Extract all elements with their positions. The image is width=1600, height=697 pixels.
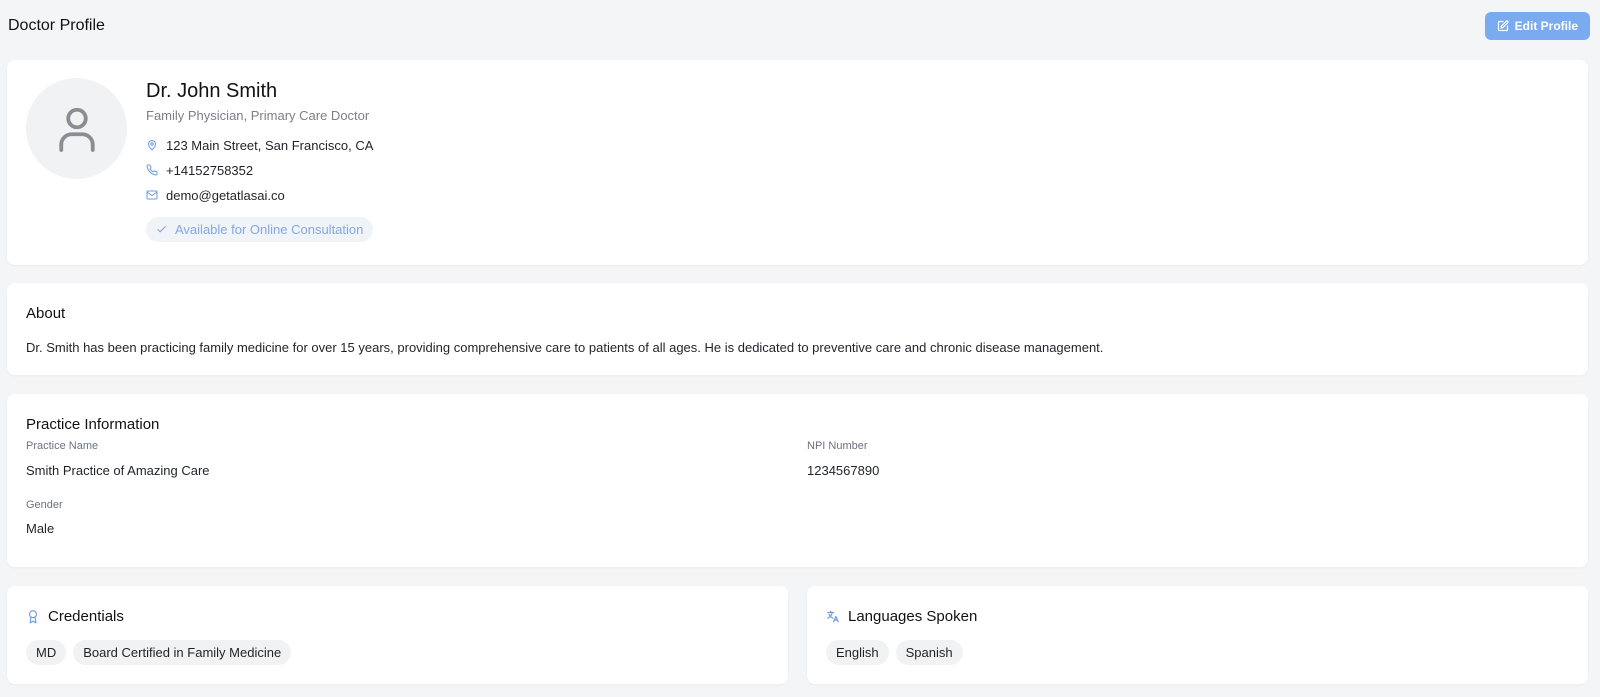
contact-phone: +14152758352: [146, 160, 373, 180]
contact-address: 123 Main Street, San Francisco, CA: [146, 135, 373, 155]
credentials-title: Credentials: [48, 608, 124, 625]
languages-header: Languages Spoken: [826, 608, 977, 625]
award-icon: [28, 610, 38, 624]
page-title: Doctor Profile: [8, 17, 105, 34]
phone-icon: [146, 164, 158, 176]
credentials-list: MD Board Certified in Family Medicine: [26, 640, 292, 665]
languages-card: Languages Spoken English Spanish: [807, 586, 1588, 684]
contact-list: 123 Main Street, San Francisco, CA +1415…: [146, 135, 373, 205]
practice-title: Practice Information: [26, 416, 160, 433]
credential-chip: Board Certified in Family Medicine: [73, 640, 292, 665]
about-text: Dr. Smith has been practicing family med…: [26, 340, 1104, 355]
check-icon: [157, 226, 166, 233]
profile-info: Dr. John Smith Family Physician, Primary…: [146, 78, 374, 242]
page-header: Doctor Profile Edit Profile: [8, 10, 1590, 42]
gender-label: Gender: [26, 499, 63, 511]
user-icon: [58, 107, 95, 152]
credential-chip: MD: [26, 640, 67, 665]
contact-email: demo@getatlasai.co: [146, 185, 373, 205]
edit-profile-label: Edit Profile: [1514, 19, 1578, 33]
map-pin-icon: [148, 140, 156, 151]
availability-text: Available for Online Consultation: [175, 222, 364, 237]
languages-title: Languages Spoken: [848, 608, 978, 625]
doctor-profile-page: Doctor Profile Edit Profile Dr. John Smi…: [0, 0, 1600, 697]
phone-text: +14152758352: [166, 162, 254, 178]
credentials-header: Credentials: [26, 608, 124, 625]
mail-icon: [146, 190, 158, 200]
language-chip: Spanish: [895, 640, 963, 665]
avatar: [26, 78, 127, 179]
gender-value: Male: [26, 521, 55, 536]
practice-name-label: Practice Name: [26, 440, 99, 452]
profile-card: Dr. John Smith Family Physician, Primary…: [7, 60, 1588, 265]
edit-icon: [1497, 20, 1509, 32]
languages-list: English Spanish: [826, 640, 963, 665]
language-chip: English: [826, 640, 889, 665]
address-text: 123 Main Street, San Francisco, CA: [166, 137, 374, 153]
about-title: About: [26, 305, 66, 322]
npi-value: 1234567890: [807, 463, 880, 478]
practice-card: Practice Information Practice Name Smith…: [7, 394, 1588, 567]
translate-icon: [827, 610, 839, 623]
about-card: About Dr. Smith has been practicing fami…: [7, 283, 1588, 375]
npi-label: NPI Number: [807, 440, 868, 452]
doctor-specialty: Family Physician, Primary Care Doctor: [146, 108, 370, 123]
availability-badge: Available for Online Consultation: [146, 217, 374, 242]
doctor-name: Dr. John Smith: [146, 80, 278, 102]
credentials-card: Credentials MD Board Certified in Family…: [7, 586, 788, 684]
edit-profile-button[interactable]: Edit Profile: [1484, 12, 1590, 40]
practice-name-value: Smith Practice of Amazing Care: [26, 463, 210, 478]
email-text: demo@getatlasai.co: [166, 187, 285, 203]
